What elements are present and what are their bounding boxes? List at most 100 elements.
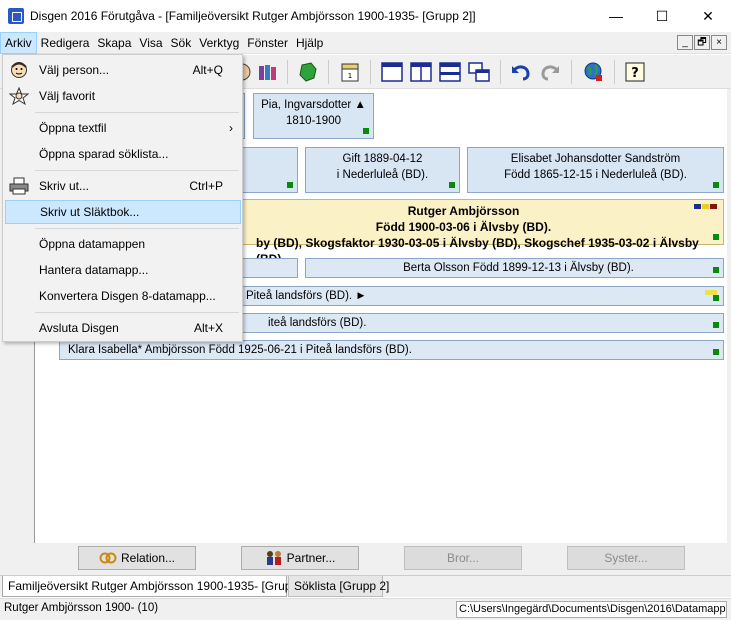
menu-bar: Arkiv Redigera Skapa Visa Sök Verktyg Fö… (0, 31, 731, 54)
spouse-row[interactable]: Berta Olsson Född 1899-12-13 i Älvsby (B… (305, 258, 724, 278)
menu-item-shortcut: Ctrl+P (189, 179, 223, 193)
card-name: Elisabet Johansdotter Sandström (510, 153, 681, 165)
menu-item-valj-favorit[interactable]: Välj favorit (5, 84, 241, 108)
card-years: 1810-1900 (286, 115, 341, 127)
status-data-path: C:\Users\Ingegärd\Documents\Disgen\2016\… (456, 601, 727, 618)
menu-arkiv[interactable]: Arkiv (0, 31, 37, 54)
menu-item-label: Välj favorit (39, 89, 96, 103)
help-icon[interactable]: ? (623, 60, 647, 84)
menu-redigera[interactable]: Redigera (37, 32, 94, 54)
spouse-text: Berta Olsson Född 1899-12-13 i Älvsby (B… (403, 262, 634, 274)
child-text: Piteå landsförs (BD). ► (246, 290, 367, 302)
svg-text:?: ? (631, 66, 639, 81)
menu-item-skriv-ut[interactable]: Skriv ut... Ctrl+P (5, 174, 241, 198)
person-card-grandmother[interactable]: Pia, Ingvarsdotter ▲ 1810-1900 (253, 93, 374, 139)
couple-icon (266, 551, 281, 565)
menu-skapa[interactable]: Skapa (93, 32, 135, 54)
main-person-birth: Född 1900-03-06 i Älvsby (BD). (375, 220, 552, 234)
menu-item-shortcut: Alt+X (193, 321, 223, 335)
favorite-star-icon (9, 87, 29, 105)
globe-icon[interactable] (581, 60, 605, 84)
child-text: iteå landsförs (BD). (268, 317, 367, 329)
menu-item-label: Hantera datamapp... (39, 263, 149, 277)
menu-item-oppna-datamappen[interactable]: Öppna datamappen (5, 232, 241, 256)
brother-label: Bror... (446, 551, 479, 565)
maximize-button[interactable]: ☐ (639, 0, 685, 32)
flag-yellow-icon (702, 204, 709, 209)
card-name: Pia, Ingvarsdotter (261, 99, 352, 111)
menu-item-oppna-soklista[interactable]: Öppna sparad söklista... (5, 142, 241, 166)
menu-item-label: Konvertera Disgen 8-datamapp... (39, 289, 216, 303)
menu-item-label: Skriv ut Släktbok... (40, 205, 140, 219)
menu-item-konvertera[interactable]: Konvertera Disgen 8-datamapp... (5, 284, 241, 308)
up-arrow-icon[interactable]: ▲ (354, 99, 365, 111)
window-title: Disgen 2016 Förutgåva - [Familjeöversikt… (30, 9, 476, 23)
partner-button[interactable]: Partner... (241, 546, 359, 570)
layout-cascade-icon[interactable] (467, 60, 491, 84)
window-tabs: Familjeöversikt Rutger Ambjörsson 1900-1… (0, 575, 731, 597)
menu-item-label: Öppna datamappen (39, 237, 146, 251)
relation-button[interactable]: Relation... (78, 546, 196, 570)
flag-red-icon (710, 204, 717, 209)
child-row-3[interactable]: Klara Isabella* Ambjörsson Född 1925-06-… (59, 340, 724, 360)
indicator-square (713, 295, 719, 301)
menu-fonster[interactable]: Fönster (243, 32, 292, 54)
indicator-square (363, 128, 369, 134)
person-card-mother[interactable]: Elisabet Johansdotter Sandström Född 186… (467, 147, 724, 193)
close-button[interactable]: ✕ (685, 0, 731, 32)
tab-family-overview[interactable]: Familjeöversikt Rutger Ambjörsson 1900-1… (2, 576, 311, 597)
navigation-buttons: Relation... Partner... Bror... Syster... (34, 543, 727, 575)
tab-search-list[interactable]: Söklista [Grupp 2] (288, 576, 389, 597)
printer-icon (9, 177, 29, 195)
layout-horizontal-split-icon[interactable] (438, 60, 462, 84)
toolbar-calendar-icon[interactable]: 1 (338, 60, 362, 84)
layout-single-icon[interactable] (380, 60, 404, 84)
menu-item-label: Öppna textfil (39, 121, 107, 135)
menu-item-label: Avsluta Disgen (39, 321, 119, 335)
mdi-restore-button[interactable]: 🗗 (694, 35, 710, 50)
toolbar-books-icon[interactable] (256, 60, 280, 84)
menu-sok[interactable]: Sök (167, 32, 196, 54)
title-bar: Disgen 2016 Förutgåva - [Familjeöversikt… (0, 0, 731, 32)
undo-icon[interactable] (509, 60, 533, 84)
menu-item-oppna-textfil[interactable]: Öppna textfil › (5, 116, 241, 140)
menu-item-shortcut: Alt+Q (192, 63, 223, 77)
indicator-square (713, 234, 719, 240)
arkiv-menu-dropdown: Välj person... Alt+Q Välj favorit Öppna … (2, 54, 243, 342)
toolbar-map-icon[interactable] (296, 60, 320, 84)
menu-hjalp[interactable]: Hjälp (292, 32, 327, 54)
mdi-minimize-button[interactable]: _ (677, 35, 693, 50)
menu-item-label: Välj person... (39, 63, 110, 77)
status-person: Rutger Ambjörsson 1900- (10) (4, 602, 159, 614)
menu-item-valj-person[interactable]: Välj person... Alt+Q (5, 58, 241, 82)
card-birth: Född 1865-12-15 i Nederluleå (BD). (504, 169, 687, 181)
indicator-square (713, 182, 719, 188)
child-text: Klara Isabella* Ambjörsson Född 1925-06-… (68, 344, 412, 356)
indicator-square (713, 322, 719, 328)
menu-item-hantera-datamapp[interactable]: Hantera datamapp... (5, 258, 241, 282)
flag-blue-icon (694, 204, 701, 209)
indicator-square (449, 182, 455, 188)
minimize-button[interactable]: — (593, 0, 639, 32)
person-face-icon (9, 61, 29, 79)
marriage-place: i Nederluleå (BD). (336, 169, 429, 181)
indicator-square (713, 267, 719, 273)
menu-item-label: Öppna sparad söklista... (39, 147, 169, 161)
main-person-card[interactable]: Rutger Ambjörsson Född 1900-03-06 i Älvs… (203, 199, 724, 266)
menu-item-skriv-ut-slaktbok[interactable]: Skriv ut Släktbok... (5, 200, 241, 224)
sister-label: Syster... (604, 551, 648, 565)
menu-item-avsluta[interactable]: Avsluta Disgen Alt+X (5, 316, 241, 340)
sister-button[interactable]: Syster... (567, 546, 685, 570)
layout-vertical-split-icon[interactable] (409, 60, 433, 84)
disgen-app-icon[interactable] (8, 8, 24, 24)
menu-visa[interactable]: Visa (135, 32, 166, 54)
status-bar: Rutger Ambjörsson 1900- (10) C:\Users\In… (0, 598, 731, 620)
brother-button[interactable]: Bror... (404, 546, 522, 570)
redo-icon[interactable] (538, 60, 562, 84)
marriage-card[interactable]: Gift 1889-04-12 i Nederluleå (BD). (305, 147, 460, 193)
menu-verktyg[interactable]: Verktyg (195, 32, 243, 54)
marriage-date: Gift 1889-04-12 (342, 153, 423, 165)
rings-icon (99, 552, 117, 564)
mdi-close-button[interactable]: × (711, 35, 727, 50)
svg-text:1: 1 (348, 72, 352, 80)
